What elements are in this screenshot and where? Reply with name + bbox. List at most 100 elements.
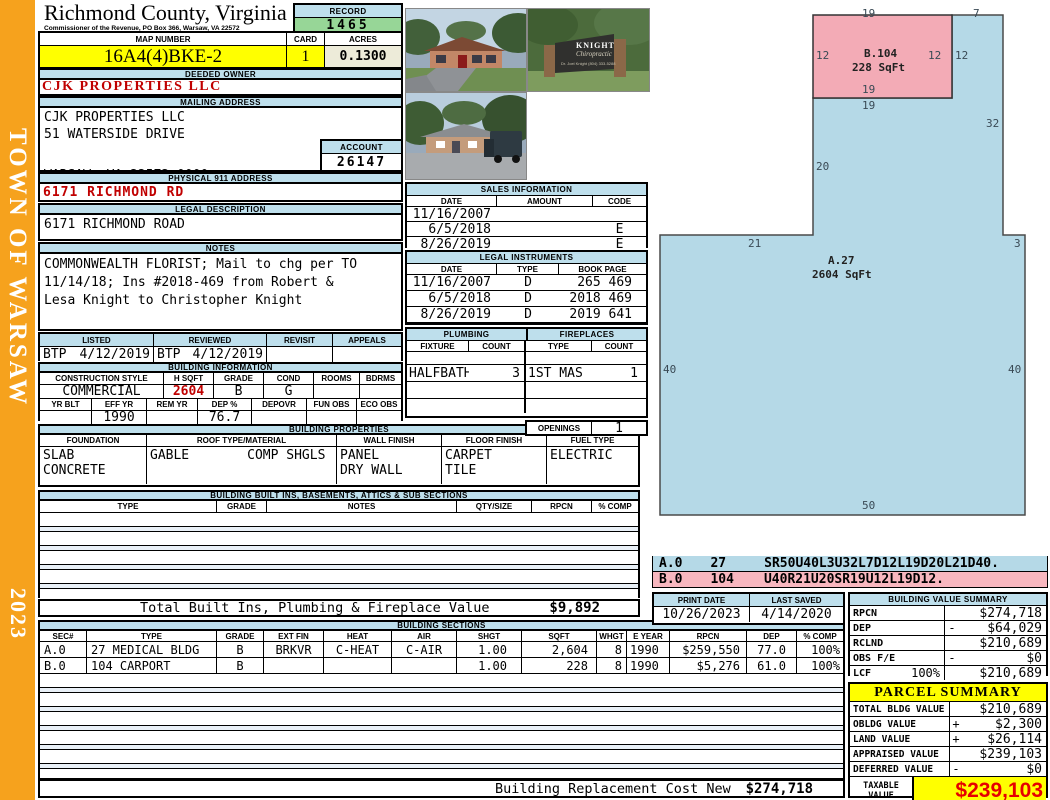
- sec-shgt-header: SHGT: [457, 631, 522, 641]
- sketch-area-a-name: A.27: [828, 254, 855, 267]
- sales-table: SALES INFORMATION DATE AMOUNT CODE 11/16…: [405, 182, 648, 251]
- sec-a-heat: C-HEAT: [324, 642, 392, 657]
- floor-line1: CARPET: [445, 448, 492, 463]
- construction-style-header: CONSTRUCTION STYLE: [40, 373, 164, 384]
- sec-b-grade: B: [217, 658, 264, 673]
- hsqft: 2604: [164, 385, 214, 398]
- replacement-cost-label: Building Replacement Cost New: [495, 780, 731, 797]
- parcel-land-sign: +: [952, 732, 960, 746]
- instr-1-book: 2018 469: [569, 291, 632, 306]
- sec-dep-header: DEP: [747, 631, 797, 641]
- value-summary-row: LCF 100% $210,689: [850, 666, 1046, 680]
- vs-rclnd-sign: [945, 636, 959, 650]
- sales-0-amount: [497, 207, 593, 221]
- fuel-type-header: FUEL TYPE: [570, 436, 615, 445]
- review-table: LISTED REVIEWED REVISIT APPEALS BTP 4/12/…: [38, 332, 403, 362]
- foundation-cell: SLAB CONCRETE: [40, 447, 147, 484]
- property-photo-front-image: [406, 9, 526, 91]
- notes-bar: NOTES: [38, 242, 403, 254]
- dim-label: 19: [862, 83, 876, 96]
- listed-header: LISTED: [40, 334, 154, 346]
- sign-photo: KNIGHT Chiropractic Dr. Joel Knight (804…: [527, 8, 650, 92]
- parcel-row: OBLDG VALUE + $2,300: [850, 717, 1046, 732]
- fireplace-type-value: 1ST MAS: [528, 365, 583, 381]
- dim-label: 50: [862, 499, 876, 512]
- plumbing-bar: PLUMBING: [407, 329, 528, 340]
- roof-cell: GABLE COMP SHGLS: [147, 447, 337, 484]
- dim-label: 20: [816, 160, 830, 173]
- dim-label: 12: [816, 49, 830, 62]
- sketch-legend-a: A.0 27 SR50U40L3U32L7D12L19D20L21D40.: [652, 556, 1048, 572]
- print-date-value: 10/26/2023: [654, 607, 750, 622]
- replacement-cost-value: $274,718: [745, 780, 813, 797]
- notes-line2: 11/14/18; Ins #2018-469 from Robert &: [44, 275, 334, 290]
- last-saved-header: LAST SAVED: [771, 595, 822, 605]
- notes-line3: Lesa Knight to Christopher Knight: [44, 293, 303, 308]
- parcel-appraised-label: APPRAISED VALUE: [850, 747, 950, 761]
- listed-cell: BTP 4/12/2019: [40, 347, 154, 362]
- sec-a-comp: 100%: [811, 642, 840, 657]
- sec-a-ext: BRKVR: [264, 642, 324, 657]
- fireplaces-bar: FIREPLACES: [528, 329, 646, 340]
- map-table: MAP NUMBER CARD ACRES 16A4(4)BKE-2 1 0.1…: [38, 31, 403, 68]
- sec-b-shgt: 1.00: [457, 658, 522, 673]
- appeals-header: APPEALS: [348, 335, 386, 345]
- builtins-total-label: Total Built Ins, Plumbing & Fireplace Va…: [140, 600, 490, 616]
- legal-instruments-table: LEGAL INSTRUMENTS DATE TYPE BOOK PAGE 11…: [405, 250, 648, 325]
- owner-name: CJK PROPERTIES LLC: [42, 79, 222, 94]
- sec-type-header: TYPE: [87, 631, 217, 641]
- instr-0-book: 265 469: [577, 275, 632, 290]
- openings-label: OPENINGS: [527, 422, 592, 434]
- legend-b-code: 104: [710, 572, 734, 587]
- sec-b-ext: [264, 658, 324, 673]
- plumbing-fireplaces-table: PLUMBING FIREPLACES FIXTURE COUNT TYPE C…: [405, 327, 648, 418]
- instr-2-book: 2019 641: [569, 307, 632, 322]
- parcel-deferred-value: $0: [1026, 762, 1042, 776]
- fireplace-count-header: COUNT: [604, 341, 634, 351]
- vs-lcf-pct: 100%: [911, 666, 940, 680]
- instrument-row: 11/16/2007 D 265 469: [407, 275, 646, 291]
- mailing-address-bar: MAILING ADDRESS: [38, 96, 403, 108]
- card-value: 1: [287, 46, 325, 67]
- replacement-cost-row: Building Replacement Cost New $274,718: [38, 779, 845, 798]
- legend-b-path: U40R21U20SR19U12L19D12.: [763, 572, 944, 587]
- sec-sqft-header: SQFT: [522, 631, 597, 641]
- fireplace-type-header: TYPE: [526, 341, 592, 351]
- depovr-header: DEPOVR: [252, 399, 307, 410]
- wall-finish-header: WALL FINISH: [337, 435, 442, 446]
- sales-code-header: CODE: [607, 196, 632, 206]
- county-header: Richmond County, Virginia Commissioner o…: [44, 2, 294, 33]
- instr-1-date: 6/5/2018: [428, 291, 491, 306]
- parcel-land-label: LAND VALUE: [850, 732, 950, 746]
- vs-lcf-value: $210,689: [979, 666, 1042, 680]
- sec-header: SEC#: [40, 631, 87, 641]
- foundation-header: FOUNDATION: [40, 435, 147, 446]
- print-saved-table: PRINT DATE LAST SAVED 10/26/2023 4/14/20…: [652, 592, 845, 625]
- sales-amount-header: AMOUNT: [497, 196, 593, 206]
- builtins-comp-header: % COMP: [598, 502, 632, 511]
- taxable-value: $239,103: [914, 777, 1046, 800]
- grade-header: GRADE: [214, 373, 264, 384]
- vs-lcf-sign: [945, 666, 959, 680]
- plumbing-empty-row: [407, 399, 646, 413]
- vs-obs-label: OBS F/E: [853, 652, 896, 664]
- reviewed-date: 4/12/2019: [192, 347, 263, 362]
- reviewed-cell: BTP 4/12/2019: [154, 347, 267, 362]
- value-summary-row: RPCN $274,718: [850, 606, 1046, 621]
- parcel-appraised-sign: [950, 747, 962, 761]
- building-information-bar: BUILDING INFORMATION: [38, 362, 403, 373]
- sales-2-amount: [497, 237, 593, 251]
- dim-label: 19: [862, 7, 876, 20]
- revisit-cell: [267, 347, 333, 362]
- sec-b-whgt: 8: [597, 658, 627, 673]
- sec-a-rpcn: $259,550: [670, 642, 747, 657]
- instr-type-header: TYPE: [497, 264, 559, 274]
- instr-date-header: DATE: [407, 264, 497, 274]
- sec-a-type: 27 MEDICAL BLDG: [87, 642, 217, 657]
- vs-lcf-label: LCF: [853, 667, 872, 679]
- builtins-qty-header: QTY/SIZE: [457, 501, 532, 512]
- instr-2-date: 8/26/2019: [420, 307, 491, 322]
- sales-1-code: E: [615, 222, 624, 236]
- effyr: 1990: [92, 411, 147, 424]
- parcel-deferred-sign: -: [952, 762, 960, 776]
